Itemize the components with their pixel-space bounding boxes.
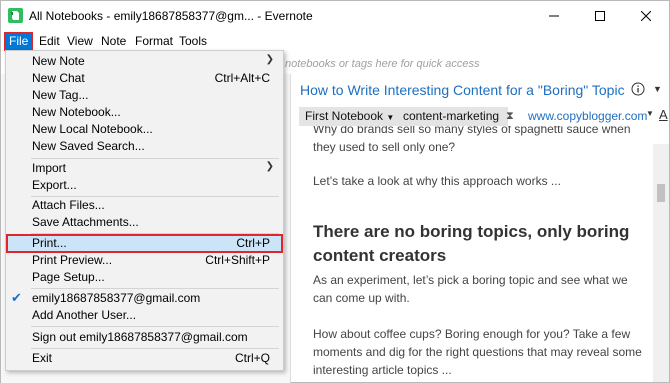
note-paragraph: As an experiment, let’s pick a boring to… bbox=[313, 273, 628, 305]
menu-item-add-another-user[interactable]: Add Another User... bbox=[7, 307, 282, 324]
menu-item-label: New Chat bbox=[32, 71, 85, 85]
note-body[interactable]: Why do brands sell so many styles of spa… bbox=[313, 126, 643, 382]
maximize-icon bbox=[595, 11, 605, 21]
menu-item-sign-out[interactable]: Sign out emily18687858377@gmail.com bbox=[7, 329, 282, 346]
menu-file[interactable]: File bbox=[3, 32, 34, 51]
menu-item-label: Save Attachments... bbox=[32, 215, 139, 229]
menu-item-shortcut: Ctrl+Alt+C bbox=[214, 71, 270, 85]
menu-item-label: Exit bbox=[32, 351, 53, 365]
menu-item-print[interactable]: Print... Ctrl+P bbox=[6, 234, 283, 253]
menu-item-label: Page Setup... bbox=[32, 270, 105, 284]
menu-separator bbox=[31, 348, 279, 349]
menu-item-shortcut: Ctrl+Q bbox=[234, 351, 270, 365]
menu-item-label: Print Preview... bbox=[32, 253, 113, 267]
menu-item-label: Add Another User... bbox=[32, 308, 137, 322]
menu-bar: File Edit View Note Format Tools bbox=[1, 31, 669, 51]
menu-item-attach-files[interactable]: Attach Files... bbox=[7, 197, 282, 214]
close-button[interactable] bbox=[623, 1, 669, 31]
menu-item-label: Export... bbox=[32, 178, 77, 192]
menu-separator bbox=[31, 326, 279, 327]
note-heading: There are no boring topics, only boring … bbox=[313, 222, 630, 265]
menu-item-new-chat[interactable]: New Chat Ctrl+Alt+C bbox=[7, 70, 282, 87]
menu-item-export[interactable]: Export... bbox=[7, 177, 282, 194]
evernote-elephant-icon bbox=[8, 8, 23, 23]
tag-chip[interactable]: content-marketing bbox=[394, 107, 509, 126]
note-paragraph: How about coffee cups? Boring enough for… bbox=[313, 327, 642, 377]
menu-item-label: Print... bbox=[32, 236, 67, 250]
menu-item-page-setup[interactable]: Page Setup... bbox=[7, 269, 282, 286]
note-editor-pane: How to Write Interesting Content for a "… bbox=[291, 74, 669, 382]
submenu-arrow-icon: ❯ bbox=[265, 161, 274, 172]
menu-edit[interactable]: Edit bbox=[35, 33, 64, 50]
font-format-icon[interactable]: A bbox=[659, 107, 668, 122]
minimize-icon bbox=[549, 15, 559, 17]
menu-item-import[interactable]: Import ❯ bbox=[7, 160, 282, 177]
reminder-icon[interactable]: ⧗ bbox=[506, 110, 514, 123]
menu-item-label: Attach Files... bbox=[32, 198, 105, 212]
menu-item-new-note[interactable]: New Note ❯ bbox=[7, 53, 282, 70]
menu-item-label: emily18687858377@gmail.com bbox=[32, 291, 201, 305]
menu-item-new-local-notebook[interactable]: New Local Notebook... bbox=[7, 121, 282, 138]
menu-note[interactable]: Note bbox=[97, 33, 130, 50]
menu-item-print-preview[interactable]: Print Preview... Ctrl+Shift+P bbox=[7, 252, 282, 269]
menu-item-label: New Note bbox=[32, 54, 85, 68]
menu-item-save-attachments[interactable]: Save Attachments... bbox=[7, 214, 282, 231]
menu-item-exit[interactable]: Exit Ctrl+Q bbox=[7, 350, 282, 367]
menu-item-new-notebook[interactable]: New Notebook... bbox=[7, 104, 282, 121]
menu-item-account[interactable]: ✔ emily18687858377@gmail.com bbox=[7, 290, 282, 307]
menu-item-new-tag[interactable]: New Tag... bbox=[7, 87, 282, 104]
menu-tools[interactable]: Tools bbox=[175, 33, 211, 50]
minimize-button[interactable] bbox=[531, 1, 577, 31]
menu-item-label: New Local Notebook... bbox=[32, 122, 153, 136]
file-menu-dropdown: New Note ❯ New Chat Ctrl+Alt+C New Tag..… bbox=[5, 50, 284, 371]
note-scrollbar[interactable] bbox=[653, 144, 669, 382]
note-paragraph: Why do brands sell so many styles of spa… bbox=[313, 126, 631, 154]
more-options-icon[interactable]: ▼ bbox=[653, 84, 662, 94]
menu-item-label: Import bbox=[32, 161, 67, 175]
source-url-link[interactable]: www.copyblogger.com bbox=[528, 109, 647, 123]
note-paragraph: Let’s take a look at why this approach w… bbox=[313, 174, 561, 188]
window-title: All Notebooks - emily18687858377@gm... -… bbox=[29, 9, 313, 23]
scrollbar-thumb[interactable] bbox=[657, 184, 665, 202]
menu-view[interactable]: View bbox=[63, 33, 97, 50]
menu-item-new-saved-search[interactable]: New Saved Search... bbox=[7, 138, 282, 155]
chevron-down-icon[interactable]: ▼ bbox=[646, 109, 654, 118]
close-icon bbox=[641, 11, 651, 21]
note-title[interactable]: How to Write Interesting Content for a "… bbox=[300, 82, 625, 98]
menu-separator bbox=[31, 233, 279, 234]
menu-separator bbox=[31, 288, 279, 289]
menu-item-shortcut: Ctrl+P bbox=[236, 236, 270, 250]
maximize-button[interactable] bbox=[577, 1, 623, 31]
submenu-arrow-icon: ❯ bbox=[265, 54, 274, 65]
note-meta-bar: First Notebook ▼ content-marketing ⧗ www… bbox=[299, 106, 668, 126]
info-icon[interactable] bbox=[631, 82, 645, 96]
menu-item-label: Sign out emily18687858377@gmail.com bbox=[32, 330, 248, 344]
menu-item-label: New Saved Search... bbox=[32, 139, 145, 153]
notebook-label: First Notebook bbox=[305, 109, 384, 123]
notebook-selector[interactable]: First Notebook ▼ bbox=[299, 107, 401, 126]
menu-item-shortcut: Ctrl+Shift+P bbox=[205, 253, 270, 267]
menu-format[interactable]: Format bbox=[131, 33, 177, 50]
menu-item-label: New Notebook... bbox=[32, 105, 121, 119]
checkmark-icon: ✔ bbox=[11, 290, 22, 305]
search-input[interactable]: notebooks or tags here for quick access bbox=[279, 54, 669, 74]
title-bar: All Notebooks - emily18687858377@gm... -… bbox=[1, 1, 669, 31]
evernote-window: All Notebooks - emily18687858377@gm... -… bbox=[0, 0, 670, 383]
menu-separator bbox=[31, 158, 279, 159]
menu-item-label: New Tag... bbox=[32, 88, 89, 102]
